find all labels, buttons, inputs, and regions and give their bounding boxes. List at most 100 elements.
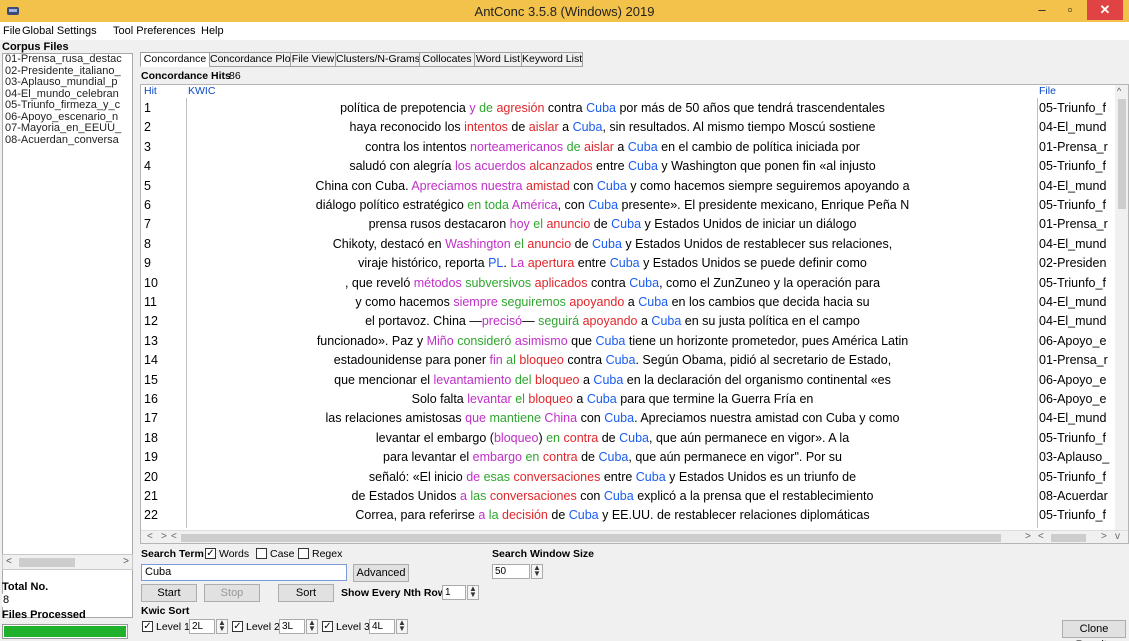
file-name[interactable]: 05-Triunfo_f: [1039, 157, 1117, 176]
file-name[interactable]: 05-Triunfo_f: [1039, 506, 1117, 525]
kwic-line[interactable]: Solo falta levantar el bloqueo a Cuba pa…: [188, 390, 1037, 409]
search-term-hit[interactable]: Cuba: [569, 508, 599, 522]
concordance-row[interactable]: 6 diálogo político estratégico en toda Am…: [141, 196, 1116, 215]
kwic-line[interactable]: y como hacemos siempre seguiremos apoyan…: [188, 293, 1037, 312]
corpus-file-item[interactable]: 03-Aplauso_mundial_p: [3, 76, 132, 89]
kwic-line[interactable]: levantar el embargo (bloqueo) en contra …: [188, 429, 1037, 448]
concordance-row[interactable]: 10 , que reveló métodos subversivos aplic…: [141, 274, 1116, 293]
kwic-line[interactable]: prensa rusos destacaron hoy el anuncio d…: [188, 215, 1037, 234]
column-header-hit[interactable]: Hit: [144, 85, 157, 98]
kwic-line[interactable]: diálogo político estratégico en toda Amé…: [188, 196, 1037, 215]
kwic-line[interactable]: contra los intentos norteamericanos de a…: [188, 138, 1037, 157]
search-term-hit[interactable]: Cuba: [606, 353, 636, 367]
kwic-line[interactable]: , que reveló métodos subversivos aplicad…: [188, 274, 1037, 293]
scroll-right-icon[interactable]: >: [1101, 531, 1107, 542]
concordance-row[interactable]: 13 funcionado». Paz y Miño consideró asim…: [141, 332, 1116, 351]
search-term-hit[interactable]: Cuba: [628, 159, 658, 173]
search-term-hit[interactable]: Cuba: [586, 101, 616, 115]
kwic-line[interactable]: China con Cuba. Apreciamos nuestra amist…: [188, 177, 1037, 196]
file-name[interactable]: 06-Apoyo_e: [1039, 332, 1117, 351]
level2-value[interactable]: 3L: [279, 619, 305, 634]
kwic-line[interactable]: haya reconocido los intentos de aislar a…: [188, 118, 1037, 137]
search-term-hit[interactable]: Cuba: [638, 295, 668, 309]
concordance-row[interactable]: 9 viraje histórico, reporta PL. La apertu…: [141, 254, 1116, 273]
search-term-hit[interactable]: Cuba: [587, 392, 617, 406]
search-term-hit[interactable]: Cuba: [629, 276, 659, 290]
search-term-hit[interactable]: Cuba: [619, 431, 649, 445]
concordance-row[interactable]: 8 Chikoty, destacó en Washington el anunc…: [141, 235, 1116, 254]
tab-file-view[interactable]: File View: [290, 52, 336, 67]
kwic-line[interactable]: de Estados Unidos a las conversaciones c…: [188, 487, 1037, 506]
scroll-down-icon[interactable]: v: [1115, 531, 1120, 542]
search-term-hit[interactable]: Cuba: [610, 256, 640, 270]
level3-value[interactable]: 4L: [369, 619, 395, 634]
file-name[interactable]: 05-Triunfo_f: [1039, 429, 1117, 448]
file-name[interactable]: 04-El_mund: [1039, 409, 1117, 428]
menu-global-settings[interactable]: Global Settings: [22, 25, 97, 37]
menu-help[interactable]: Help: [201, 25, 224, 37]
kwic-line[interactable]: Correa, para referirse a la decisión de …: [188, 506, 1037, 525]
search-term-hit[interactable]: Cuba: [598, 450, 628, 464]
search-term-hit[interactable]: Cuba: [636, 470, 666, 484]
results-vertical-scrollbar[interactable]: ^: [1115, 85, 1128, 530]
corpus-file-item[interactable]: 07-Mayoria_en_EEUU_: [3, 122, 132, 135]
tab-keyword-list[interactable]: Keyword List: [521, 52, 583, 67]
concordance-row[interactable]: 17 las relaciones amistosas que mantiene …: [141, 409, 1116, 428]
level3-checkbox[interactable]: ✓: [322, 621, 333, 632]
file-name[interactable]: 04-El_mund: [1039, 235, 1117, 254]
scroll-thumb[interactable]: [19, 558, 75, 567]
corpus-list-scrollbar[interactable]: < >: [2, 554, 133, 570]
file-name[interactable]: 04-El_mund: [1039, 293, 1117, 312]
tab-concordance[interactable]: Concordance: [140, 52, 210, 67]
search-term-hit[interactable]: Cuba: [588, 198, 618, 212]
maximize-icon[interactable]: ▫: [1055, 0, 1085, 20]
concordance-row[interactable]: 2 haya reconocido los intentos de aislar …: [141, 118, 1116, 137]
search-term-hit[interactable]: Cuba: [597, 179, 627, 193]
tab-concordance-plot[interactable]: Concordance Plot: [209, 52, 293, 67]
kwic-line[interactable]: el portavoz. China —precisó— seguirá apo…: [188, 312, 1037, 331]
search-term-hit[interactable]: Cuba: [573, 120, 603, 134]
concordance-row[interactable]: 16 Solo falta levantar el bloqueo a Cuba …: [141, 390, 1116, 409]
stop-button[interactable]: Stop: [204, 584, 260, 602]
file-name[interactable]: 05-Triunfo_f: [1039, 196, 1117, 215]
results-horizontal-scrollbar[interactable]: < > < > < > v: [141, 530, 1128, 543]
scroll-right-icon[interactable]: >: [161, 531, 167, 542]
kwic-line[interactable]: que mencionar el levantamiento del bloqu…: [188, 371, 1037, 390]
concordance-row[interactable]: 19 para levantar el embargo en contra de …: [141, 448, 1116, 467]
file-name[interactable]: 04-El_mund: [1039, 177, 1117, 196]
menu-file[interactable]: File: [3, 25, 21, 37]
corpus-file-item[interactable]: 01-Prensa_rusa_destac: [3, 54, 132, 66]
concordance-row[interactable]: 7 prensa rusos destacaron hoy el anuncio …: [141, 215, 1116, 234]
kwic-line[interactable]: estadounidense para poner fin al bloqueo…: [188, 351, 1037, 370]
clone-results-button[interactable]: Clone Results: [1062, 620, 1126, 641]
concordance-row[interactable]: 5 China con Cuba. Apreciamos nuestra amis…: [141, 177, 1116, 196]
file-name[interactable]: 05-Triunfo_f: [1039, 99, 1117, 118]
search-term-input[interactable]: Cuba: [141, 564, 347, 581]
kwic-line[interactable]: viraje histórico, reporta PL. La apertur…: [188, 254, 1037, 273]
nth-row-input[interactable]: 1: [442, 585, 466, 600]
search-window-size-input[interactable]: 50: [492, 564, 530, 579]
scroll-thumb[interactable]: [181, 534, 1001, 542]
spinner-arrows-icon[interactable]: ▲ ▼: [467, 585, 479, 600]
scroll-right-icon[interactable]: >: [123, 556, 129, 567]
search-term-hit[interactable]: Cuba: [604, 489, 634, 503]
concordance-row[interactable]: 14 estadounidense para poner fin al bloqu…: [141, 351, 1116, 370]
kwic-segment[interactable]: PL: [488, 256, 503, 270]
scroll-left-icon[interactable]: <: [1038, 531, 1044, 542]
scroll-up-icon[interactable]: ^: [1117, 86, 1121, 96]
level2-checkbox[interactable]: ✓: [232, 621, 243, 632]
column-header-file[interactable]: File: [1039, 85, 1056, 98]
file-name[interactable]: 03-Aplauso_: [1039, 448, 1117, 467]
concordance-row[interactable]: 18 levantar el embargo (bloqueo) en contr…: [141, 429, 1116, 448]
concordance-row[interactable]: 20 señaló: «El inicio de esas conversacio…: [141, 468, 1116, 487]
concordance-row[interactable]: 11 y como hacemos siempre seguiremos apoy…: [141, 293, 1116, 312]
file-name[interactable]: 01-Prensa_r: [1039, 351, 1117, 370]
search-term-hit[interactable]: Cuba: [595, 334, 625, 348]
search-term-hit[interactable]: Cuba: [651, 314, 681, 328]
tab-clusters-ngrams[interactable]: Clusters/N-Grams: [335, 52, 420, 67]
level1-value[interactable]: 2L: [189, 619, 215, 634]
concordance-row[interactable]: 22 Correa, para referirse a la decisión d…: [141, 506, 1116, 525]
file-name[interactable]: 08-Acuerdar: [1039, 487, 1117, 506]
regex-checkbox[interactable]: [298, 548, 309, 559]
concordance-row[interactable]: 3 contra los intentos norteamericanos de …: [141, 138, 1116, 157]
